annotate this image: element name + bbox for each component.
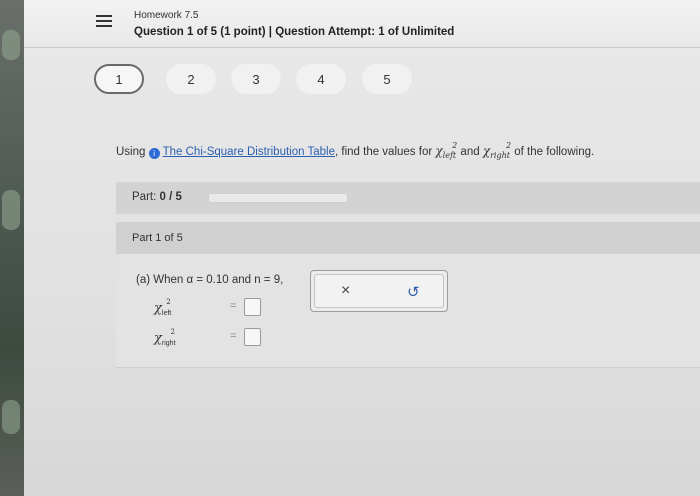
menu-icon[interactable]	[96, 13, 112, 29]
question-5-button[interactable]: 5	[362, 64, 412, 94]
part-count: 0 / 5	[159, 191, 182, 203]
part-prompt: (a) When α = 0.10 and n = 9,	[136, 274, 284, 286]
question-middle: , find the values for	[335, 146, 433, 158]
part-of-label: Part 1 of 5	[132, 232, 183, 244]
page: Homework 7.5 Question 1 of 5 (1 point) |…	[24, 0, 700, 496]
top-bar: Homework 7.5 Question 1 of 5 (1 point) |…	[24, 0, 700, 48]
question-text: Using i The Chi-Square Distribution Table…	[116, 141, 594, 160]
chi-left-label: χleft2	[154, 298, 172, 317]
undo-icon[interactable]: ↺	[407, 283, 420, 301]
question-2-button[interactable]: 2	[166, 64, 216, 94]
homework-title: Homework 7.5	[134, 10, 199, 21]
chi-left-symbol: χleft2	[435, 141, 458, 160]
question-1-button[interactable]: 1	[94, 64, 144, 94]
chi-right-input[interactable]	[244, 328, 261, 346]
chi-right-symbol: χright2	[482, 141, 512, 160]
question-3-button[interactable]: 3	[231, 64, 281, 94]
question-info: Question 1 of 5 (1 point) | Question Att…	[134, 26, 455, 38]
answer-tools: × ↺	[310, 270, 448, 312]
answer-area: (a) When α = 0.10 and n = 9, χleft2 = χr…	[116, 254, 700, 368]
info-icon[interactable]: i	[148, 148, 160, 159]
question-and: and	[460, 146, 480, 158]
chi-right-label: χright2	[154, 328, 176, 347]
clear-icon[interactable]: ×	[341, 282, 350, 300]
chi-right-row: χright2 =	[154, 328, 261, 347]
equals-sign: =	[230, 330, 237, 342]
progress-track	[208, 193, 348, 203]
part-progress-bar: Part: 0 / 5	[116, 182, 700, 214]
chi-left-input[interactable]	[244, 298, 261, 316]
chi-left-row: χleft2 =	[154, 298, 261, 317]
question-4-button[interactable]: 4	[296, 64, 346, 94]
question-prefix: Using	[116, 146, 146, 158]
equals-sign: =	[230, 300, 237, 312]
chi-square-table-link[interactable]: The Chi-Square Distribution Table	[163, 146, 335, 158]
background-edge	[0, 0, 24, 496]
part-header: Part 1 of 5	[116, 222, 700, 254]
question-suffix: of the following.	[514, 146, 595, 158]
part-label: Part: 0 / 5	[132, 191, 182, 203]
